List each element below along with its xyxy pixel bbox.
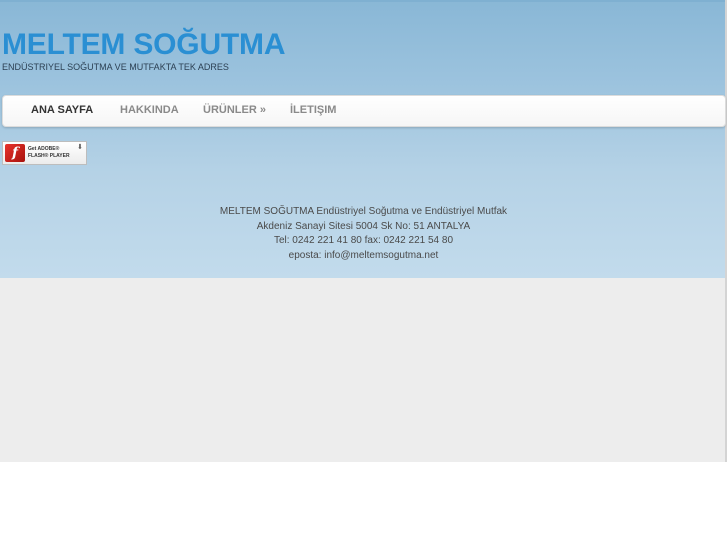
main-navigation: ANA SAYFA HAKKINDA ÜRÜNLER » İLETIŞIM [2,95,726,127]
footer-email-line: eposta: info@meltemsogutma.net [288,250,439,261]
top-border [0,0,727,2]
download-arrow-icon: ⬇ [77,144,83,151]
footer-address-line: Akdeniz Sanayi Sitesi 5004 Sk No: 51 ANT… [256,221,471,232]
nav-item-hakkinda[interactable]: HAKKINDA [120,104,179,116]
get-flash-player-button[interactable]: f Get ADOBE® FLASH® PLAYER ⬇ [2,141,87,165]
nav-item-iletisim[interactable]: İLETIŞIM [290,104,336,116]
site-tagline: ENDÜSTRIYEL SOĞUTMA VE MUTFAKTA TEK ADRE… [2,62,229,72]
flash-badge-text: Get ADOBE® FLASH® PLAYER [28,146,70,160]
footer-phone-line: Tel: 0242 221 41 80 fax: 0242 221 54 80 [273,235,454,246]
nav-item-urunler[interactable]: ÜRÜNLER » [203,104,266,116]
flash-badge-line2: FLASH® PLAYER [28,153,70,159]
site-title-link[interactable]: MELTEM SOĞUTMA [2,28,285,62]
flash-player-icon: f [5,144,25,162]
page: MELTEM SOĞUTMA ENDÜSTRIYEL SOĞUTMA VE MU… [0,0,727,545]
footer-company-line: MELTEM SOĞUTMA Endüstriyel Soğutma ve En… [219,206,508,217]
flash-badge-line1: Get ADOBE® [28,146,60,152]
site-container: MELTEM SOĞUTMA ENDÜSTRIYEL SOĞUTMA VE MU… [0,0,727,462]
nav-item-ana-sayfa[interactable]: ANA SAYFA [31,104,93,116]
